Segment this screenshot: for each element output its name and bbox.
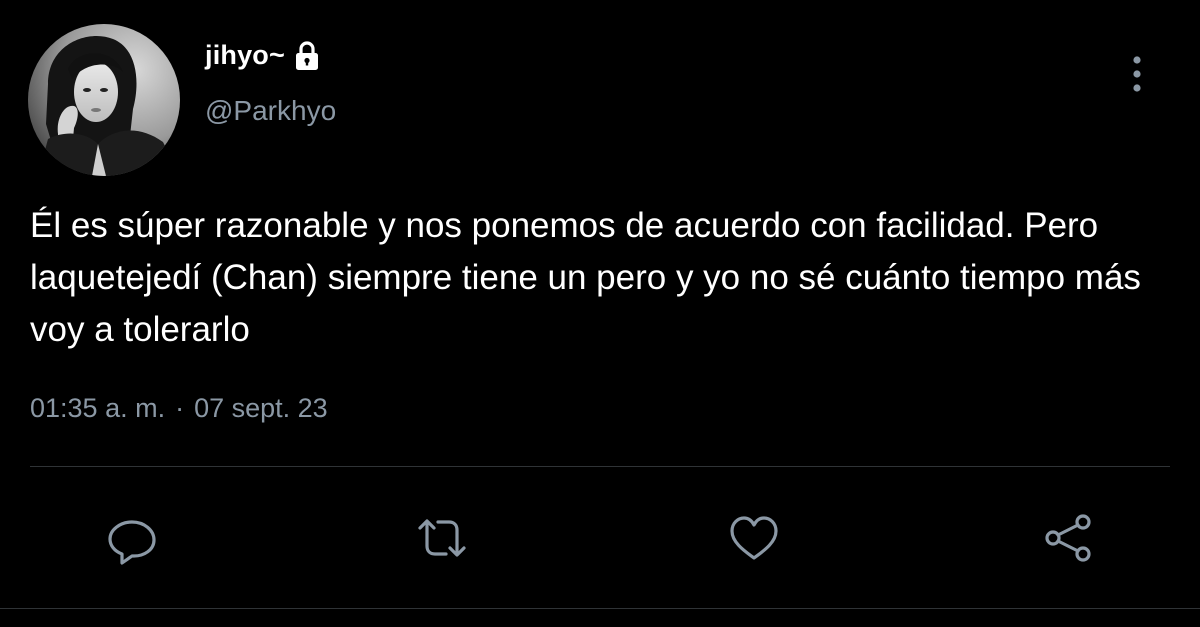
- like-button[interactable]: [726, 510, 782, 566]
- share-icon: [1045, 514, 1091, 562]
- tweet-date: 07 sept. 23: [194, 393, 328, 423]
- user-handle[interactable]: @Parkhyo: [205, 95, 336, 127]
- reply-button[interactable]: [104, 510, 160, 566]
- retweet-button[interactable]: [414, 510, 470, 566]
- more-vertical-icon[interactable]: [1122, 52, 1152, 96]
- tweet-time: 01:35 a. m.: [30, 393, 166, 423]
- profile-photo-icon: [28, 24, 180, 176]
- tweet-card: jihyo~ @Parkhyo Él es súper razonable y …: [0, 0, 1200, 627]
- timestamp-separator: ·: [175, 393, 185, 423]
- user-name-row: jihyo~: [205, 40, 321, 71]
- tweet-timestamp[interactable]: 01:35 a. m. · 07 sept. 23: [30, 393, 328, 424]
- reply-icon: [108, 520, 156, 565]
- bottom-divider: [0, 608, 1200, 609]
- retweet-icon: [418, 519, 466, 557]
- divider: [30, 466, 1170, 467]
- display-name[interactable]: jihyo~: [205, 40, 285, 71]
- heart-icon: [730, 516, 778, 560]
- lock-icon: [293, 40, 321, 71]
- avatar[interactable]: [28, 24, 180, 176]
- tweet-text: Él es súper razonable y nos ponemos de a…: [30, 206, 1141, 349]
- share-button[interactable]: [1040, 510, 1096, 566]
